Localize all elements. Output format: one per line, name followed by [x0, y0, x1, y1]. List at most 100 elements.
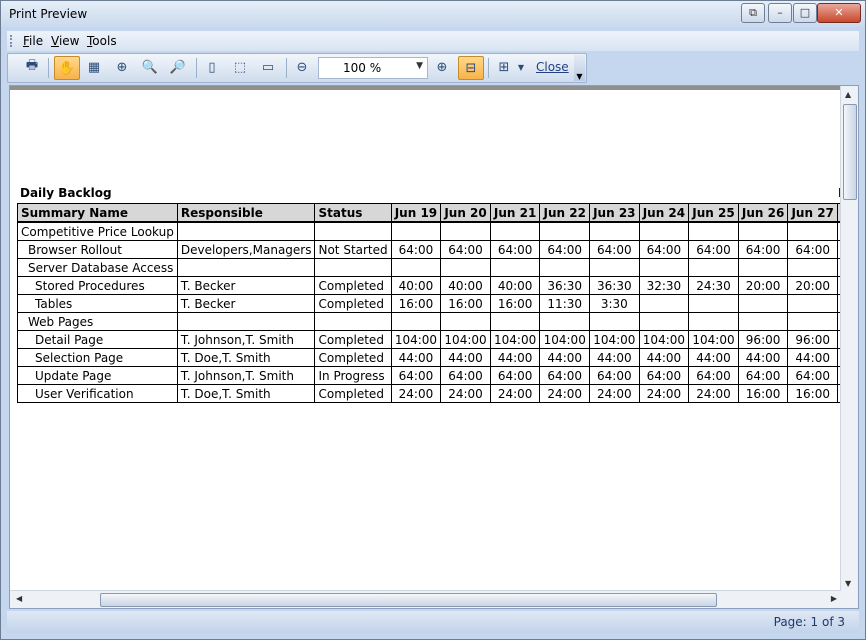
column-header: Summary Name: [17, 203, 178, 223]
hours-cell: 20:00: [737, 276, 789, 295]
toolbar: 🖶 ✋ ▦ ⊕ 🔍 🔎 ▯ ⬚ ▭ ⊖ 100 % ▼ ⊕ ⊟ ⊞ ▼ Clos…: [7, 53, 587, 83]
restore-icon[interactable]: ⧉: [741, 3, 765, 23]
hours-cell: 24:00: [688, 384, 739, 403]
summary-name-cell: Web Pages: [17, 312, 178, 331]
hours-cell: 24:30: [688, 276, 739, 295]
hours-cell: [589, 312, 640, 331]
responsible-cell: [176, 258, 316, 277]
chevron-down-icon: ▼: [416, 61, 423, 71]
hand-tool-icon[interactable]: ✋: [54, 56, 80, 80]
hours-cell: [688, 294, 739, 313]
vertical-scrollbar[interactable]: ▲ ▼: [840, 86, 858, 608]
minimize-icon[interactable]: –: [768, 3, 792, 23]
responsible-cell: T. Johnson,T. Smith: [176, 330, 316, 349]
hours-cell: [589, 258, 640, 277]
hours-cell: [737, 221, 789, 241]
hours-cell: 16:00: [737, 384, 789, 403]
hours-cell: [688, 221, 739, 241]
page-indicator: Page: 1 of 3: [773, 615, 845, 629]
hours-cell: 44:00: [489, 348, 541, 367]
zoom-in-tool-icon[interactable]: 🔎: [166, 56, 190, 78]
hours-cell: [489, 221, 541, 241]
actual-size-icon[interactable]: ▯: [200, 56, 224, 78]
hours-cell: [589, 221, 640, 241]
maximize-icon[interactable]: □: [793, 3, 817, 23]
status-cell: [314, 312, 392, 331]
table-row: Server Database Access: [17, 258, 858, 277]
hours-cell: 24:00: [589, 384, 640, 403]
hours-cell: 64:00: [390, 366, 442, 385]
hours-cell: [390, 312, 442, 331]
zoom-out-tool-icon[interactable]: 🔍: [138, 56, 162, 78]
column-header: Status: [314, 203, 392, 223]
responsible-cell: Developers,Managers: [176, 240, 316, 259]
print-preview-window: Print Preview ⧉ – □ ✕ File View Tools 🖶 …: [0, 0, 866, 640]
toolbar-overflow-icon[interactable]: ▼: [574, 55, 585, 81]
summary-name-cell: Competitive Price Lookup: [17, 221, 178, 241]
hours-cell: 44:00: [440, 348, 491, 367]
hours-cell: 40:00: [489, 276, 541, 295]
print-icon[interactable]: 🖶: [20, 56, 44, 78]
hours-cell: [489, 312, 541, 331]
summary-name-cell: Server Database Access: [17, 258, 178, 277]
hours-cell: 24:00: [489, 384, 541, 403]
hours-cell: 64:00: [638, 240, 690, 259]
hours-cell: 64:00: [688, 366, 739, 385]
zoom-select[interactable]: 100 % ▼: [318, 57, 428, 79]
hours-cell: 36:30: [589, 276, 640, 295]
close-button[interactable]: Close: [536, 60, 569, 74]
table-row: Tables T. Becker Completed 16:00 16:00 16:00 1…: [17, 294, 858, 313]
responsible-cell: T. Becker: [176, 294, 316, 313]
scroll-up-icon[interactable]: ▲: [845, 90, 851, 99]
menu-tools[interactable]: Tools: [87, 34, 117, 48]
page-shadow: [10, 86, 858, 90]
preview-pane[interactable]: Daily Backlog E Summary NameResponsibleS…: [9, 85, 859, 609]
two-page-icon[interactable]: ⊟: [458, 56, 484, 80]
horizontal-scrollbar[interactable]: ◀ ▶: [10, 590, 841, 608]
hours-cell: 44:00: [390, 348, 442, 367]
chevron-down-icon[interactable]: ▼: [514, 56, 528, 78]
vertical-scroll-thumb[interactable]: [843, 104, 857, 200]
toolbar-separator: [48, 58, 49, 78]
fit-width-icon[interactable]: ▭: [256, 56, 280, 78]
column-header: Responsible: [176, 203, 316, 223]
hours-cell: 64:00: [589, 240, 640, 259]
toolbar-separator: [196, 58, 197, 78]
hours-cell: [440, 258, 491, 277]
horizontal-scroll-thumb[interactable]: [100, 593, 717, 607]
dynamic-zoom-icon[interactable]: ⊕: [110, 56, 134, 78]
snapshot-icon[interactable]: ▦: [82, 56, 106, 78]
scroll-down-icon[interactable]: ▼: [845, 579, 851, 588]
toolbar-separator: [488, 58, 489, 78]
menu-view[interactable]: View: [51, 34, 79, 48]
scroll-right-icon[interactable]: ▶: [831, 594, 837, 603]
responsible-cell: T. Becker: [176, 276, 316, 295]
multiple-pages-icon[interactable]: ⊞: [492, 56, 516, 78]
hours-cell: [390, 221, 442, 241]
hours-cell: 44:00: [589, 348, 640, 367]
fit-page-icon[interactable]: ⬚: [228, 56, 252, 78]
column-header: Jun 24: [638, 203, 690, 223]
hours-cell: 24:00: [440, 384, 491, 403]
table-row: Selection Page T. Doe,T. Smith Completed 44…: [17, 348, 858, 367]
hours-cell: 64:00: [787, 366, 838, 385]
hours-cell: 44:00: [787, 348, 838, 367]
hours-cell: [489, 258, 541, 277]
status-cell: [314, 221, 392, 241]
title-bar: Print Preview ⧉ – □ ✕: [1, 1, 865, 27]
zoom-in-icon[interactable]: ⊕: [430, 56, 454, 78]
backlog-table: Summary Name Responsible Status Jun 19 Jun 2…: [17, 203, 858, 403]
menu-file[interactable]: File: [23, 34, 43, 48]
hours-cell: 64:00: [638, 366, 690, 385]
zoom-out-icon[interactable]: ⊖: [290, 56, 314, 78]
summary-name-cell: Update Page: [17, 366, 178, 385]
hours-cell: 40:00: [390, 276, 442, 295]
hours-cell: 24:00: [390, 384, 442, 403]
summary-name-cell: Stored Procedures: [17, 276, 178, 295]
hours-cell: 64:00: [440, 366, 491, 385]
hours-cell: [440, 221, 491, 241]
scroll-left-icon[interactable]: ◀: [16, 594, 22, 603]
hours-cell: 96:00: [787, 330, 838, 349]
close-icon[interactable]: ✕: [817, 3, 861, 23]
hours-cell: 24:00: [638, 384, 690, 403]
